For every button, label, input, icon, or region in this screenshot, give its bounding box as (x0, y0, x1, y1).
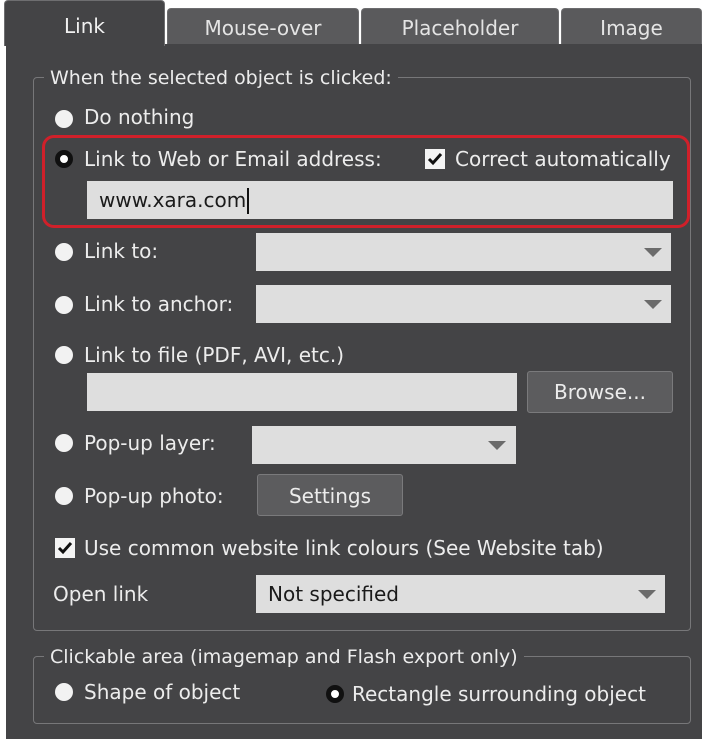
checkmark-icon (427, 153, 443, 166)
popup-layer-radio[interactable] (55, 434, 73, 452)
shape-of-object-radio[interactable] (55, 683, 73, 701)
link-to-label: Link to: (84, 239, 159, 263)
web-address-input[interactable]: www.xara.com (87, 181, 673, 219)
rectangle-radio[interactable] (326, 685, 344, 703)
common-colours-checkbox[interactable] (55, 538, 75, 558)
tab-mouse-over[interactable]: Mouse-over (167, 8, 359, 44)
browse-button[interactable]: Browse... (527, 371, 673, 413)
popup-photo-label: Pop-up photo: (84, 484, 224, 508)
open-link-dropdown[interactable]: Not specified (256, 575, 665, 613)
settings-button[interactable]: Settings (257, 474, 403, 516)
link-properties-dialog: Mouse-over Placeholder Image Link When t… (0, 0, 702, 739)
link-anchor-radio[interactable] (55, 296, 73, 314)
correct-automatically-label: Correct automatically (455, 147, 671, 171)
checkmark-icon (57, 542, 73, 555)
popup-photo-radio[interactable] (55, 487, 73, 505)
file-path-input[interactable] (87, 373, 517, 411)
text-caret (247, 187, 250, 214)
chevron-down-icon (488, 441, 506, 450)
link-anchor-dropdown[interactable] (256, 285, 671, 323)
clickable-area-group-title: Clickable area (imagemap and Flash expor… (44, 646, 524, 668)
link-to-radio[interactable] (55, 243, 73, 261)
link-web-label: Link to Web or Email address: (84, 147, 382, 171)
web-address-value: www.xara.com (99, 188, 247, 212)
correct-automatically-checkbox[interactable] (425, 149, 445, 169)
popup-layer-dropdown[interactable] (252, 426, 516, 464)
tab-image[interactable]: Image (561, 8, 702, 44)
shape-of-object-label: Shape of object (84, 680, 241, 704)
do-nothing-radio[interactable] (55, 110, 73, 128)
link-file-radio[interactable] (55, 346, 73, 364)
common-colours-label: Use common website link colours (See Web… (84, 536, 604, 560)
tab-placeholder[interactable]: Placeholder (361, 8, 559, 44)
link-anchor-label: Link to anchor: (84, 292, 234, 316)
click-action-group-title: When the selected object is clicked: (44, 67, 398, 89)
link-to-dropdown[interactable] (256, 233, 671, 271)
chevron-down-icon (644, 300, 662, 309)
open-link-label: Open link (53, 582, 149, 606)
open-link-value: Not specified (268, 582, 399, 606)
chevron-down-icon (644, 248, 662, 257)
popup-layer-label: Pop-up layer: (84, 431, 216, 455)
link-web-radio[interactable] (55, 150, 73, 168)
rectangle-label: Rectangle surrounding object (352, 682, 646, 706)
do-nothing-label: Do nothing (84, 105, 195, 129)
tab-link[interactable]: Link (4, 0, 165, 46)
link-file-label: Link to file (PDF, AVI, etc.) (84, 343, 345, 367)
chevron-down-icon (638, 590, 656, 599)
